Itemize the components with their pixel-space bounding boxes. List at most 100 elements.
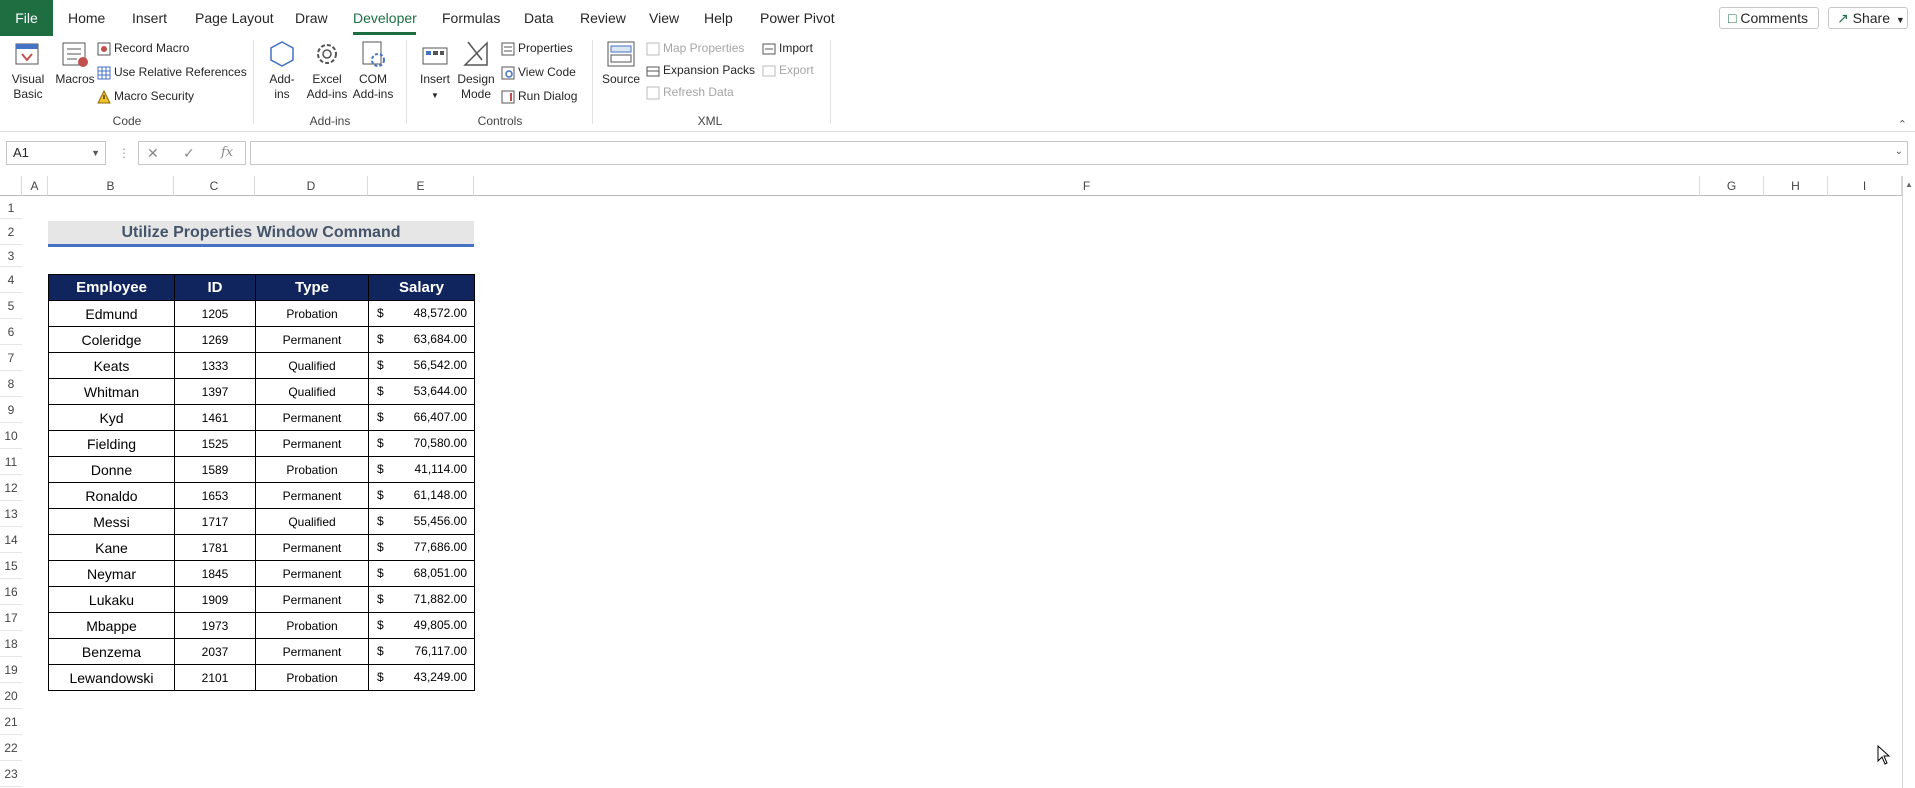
id-cell[interactable]: 2101 (174, 664, 256, 691)
id-cell[interactable]: 1269 (174, 326, 256, 353)
id-cell[interactable]: 1525 (174, 430, 256, 457)
tab-developer[interactable]: Developer (353, 9, 417, 27)
row-header[interactable]: 20 (0, 683, 22, 709)
salary-cell[interactable]: $66,407.00 (368, 404, 475, 431)
salary-cell[interactable]: $61,148.00 (368, 482, 475, 509)
salary-cell[interactable]: $48,572.00 (368, 300, 475, 327)
header-id[interactable]: ID (174, 274, 256, 301)
row-header[interactable]: 11 (0, 449, 22, 475)
comments-button[interactable]: □ Comments (1719, 7, 1819, 29)
employee-cell[interactable]: Fielding (48, 430, 175, 457)
run-dialog-button[interactable]: Run Dialog (501, 86, 577, 106)
export-button[interactable]: Export (762, 60, 814, 80)
cancel-icon[interactable]: ✕ (147, 145, 159, 162)
row-header[interactable]: 14 (0, 527, 22, 553)
column-header-d[interactable]: D (255, 176, 368, 196)
salary-cell[interactable]: $43,249.00 (368, 664, 475, 691)
formula-input[interactable]: ⌄ (250, 141, 1908, 165)
type-cell[interactable]: Qualified (255, 378, 369, 405)
id-cell[interactable]: 1589 (174, 456, 256, 483)
id-cell[interactable]: 1781 (174, 534, 256, 561)
row-header[interactable]: 23 (0, 761, 22, 787)
row-header[interactable]: 19 (0, 657, 22, 683)
view-code-button[interactable]: View Code (501, 62, 576, 82)
salary-cell[interactable]: $55,456.00 (368, 508, 475, 535)
tab-help[interactable]: Help (704, 9, 733, 27)
row-header[interactable]: 10 (0, 423, 22, 449)
vertical-scrollbar[interactable]: ▲ (1902, 176, 1915, 788)
employee-cell[interactable]: Edmund (48, 300, 175, 327)
employee-cell[interactable]: Ronaldo (48, 482, 175, 509)
excel-add-ins-button[interactable]: Excel Add-ins (304, 38, 350, 102)
add-ins-button[interactable]: Add- ins (262, 38, 302, 102)
insert-function-icon[interactable]: fx (221, 145, 233, 160)
column-header-f[interactable]: F (474, 176, 1700, 196)
id-cell[interactable]: 1333 (174, 352, 256, 379)
tab-power-pivot[interactable]: Power Pivot (760, 9, 835, 27)
employee-cell[interactable]: Lewandowski (48, 664, 175, 691)
column-header-a[interactable]: A (22, 176, 48, 196)
row-header[interactable]: 8 (0, 371, 22, 397)
id-cell[interactable]: 1653 (174, 482, 256, 509)
select-all-corner[interactable] (0, 176, 22, 196)
header-type[interactable]: Type (255, 274, 369, 301)
type-cell[interactable]: Permanent (255, 404, 369, 431)
tab-review[interactable]: Review (580, 9, 626, 27)
id-cell[interactable]: 1845 (174, 560, 256, 587)
salary-cell[interactable]: $63,684.00 (368, 326, 475, 353)
type-cell[interactable]: Permanent (255, 638, 369, 665)
column-header-c[interactable]: C (174, 176, 255, 196)
header-employee[interactable]: Employee (48, 274, 175, 301)
employee-cell[interactable]: Lukaku (48, 586, 175, 613)
header-salary[interactable]: Salary (368, 274, 475, 301)
type-cell[interactable]: Permanent (255, 482, 369, 509)
id-cell[interactable]: 1461 (174, 404, 256, 431)
salary-cell[interactable]: $41,114.00 (368, 456, 475, 483)
salary-cell[interactable]: $53,644.00 (368, 378, 475, 405)
row-header[interactable]: 4 (0, 267, 22, 293)
id-cell[interactable]: 1909 (174, 586, 256, 613)
design-mode-button[interactable]: Design Mode (456, 38, 496, 102)
employee-cell[interactable]: Messi (48, 508, 175, 535)
refresh-data-button[interactable]: Refresh Data (646, 82, 734, 102)
column-header-b[interactable]: B (48, 176, 174, 196)
type-cell[interactable]: Permanent (255, 586, 369, 613)
name-box[interactable]: A1 ▼ (6, 141, 106, 165)
column-header-g[interactable]: G (1700, 176, 1764, 196)
row-header[interactable]: 5 (0, 293, 22, 319)
row-header[interactable]: 18 (0, 631, 22, 657)
id-cell[interactable]: 1397 (174, 378, 256, 405)
row-header[interactable]: 16 (0, 579, 22, 605)
id-cell[interactable]: 1717 (174, 508, 256, 535)
tab-formulas[interactable]: Formulas (442, 9, 500, 27)
type-cell[interactable]: Qualified (255, 508, 369, 535)
salary-cell[interactable]: $56,542.00 (368, 352, 475, 379)
salary-cell[interactable]: $76,117.00 (368, 638, 475, 665)
tab-data[interactable]: Data (524, 9, 554, 27)
tab-page-layout[interactable]: Page Layout (195, 9, 274, 27)
employee-cell[interactable]: Neymar (48, 560, 175, 587)
row-header[interactable]: 1 (0, 197, 22, 219)
salary-cell[interactable]: $68,051.00 (368, 560, 475, 587)
row-header[interactable]: 2 (0, 219, 22, 245)
tab-insert[interactable]: Insert (132, 9, 167, 27)
com-add-ins-button[interactable]: COM Add-ins (350, 38, 396, 102)
sheet-title[interactable]: Utilize Properties Window Command (48, 221, 474, 247)
share-button[interactable]: ↗ Share ▼ (1828, 7, 1908, 29)
import-button[interactable]: Import (762, 38, 813, 58)
expansion-packs-button[interactable]: Expansion Packs (646, 60, 755, 80)
id-cell[interactable]: 1205 (174, 300, 256, 327)
id-cell[interactable]: 2037 (174, 638, 256, 665)
enter-icon[interactable]: ✓ (183, 145, 195, 162)
row-header[interactable]: 3 (0, 245, 22, 267)
type-cell[interactable]: Probation (255, 456, 369, 483)
type-cell[interactable]: Probation (255, 300, 369, 327)
type-cell[interactable]: Qualified (255, 352, 369, 379)
employee-cell[interactable]: Kane (48, 534, 175, 561)
insert-control-button[interactable]: Insert ▼ (414, 38, 456, 103)
row-header[interactable]: 17 (0, 605, 22, 631)
macro-security-button[interactable]: Macro Security (97, 86, 194, 106)
salary-cell[interactable]: $71,882.00 (368, 586, 475, 613)
row-header[interactable]: 22 (0, 735, 22, 761)
employee-cell[interactable]: Donne (48, 456, 175, 483)
